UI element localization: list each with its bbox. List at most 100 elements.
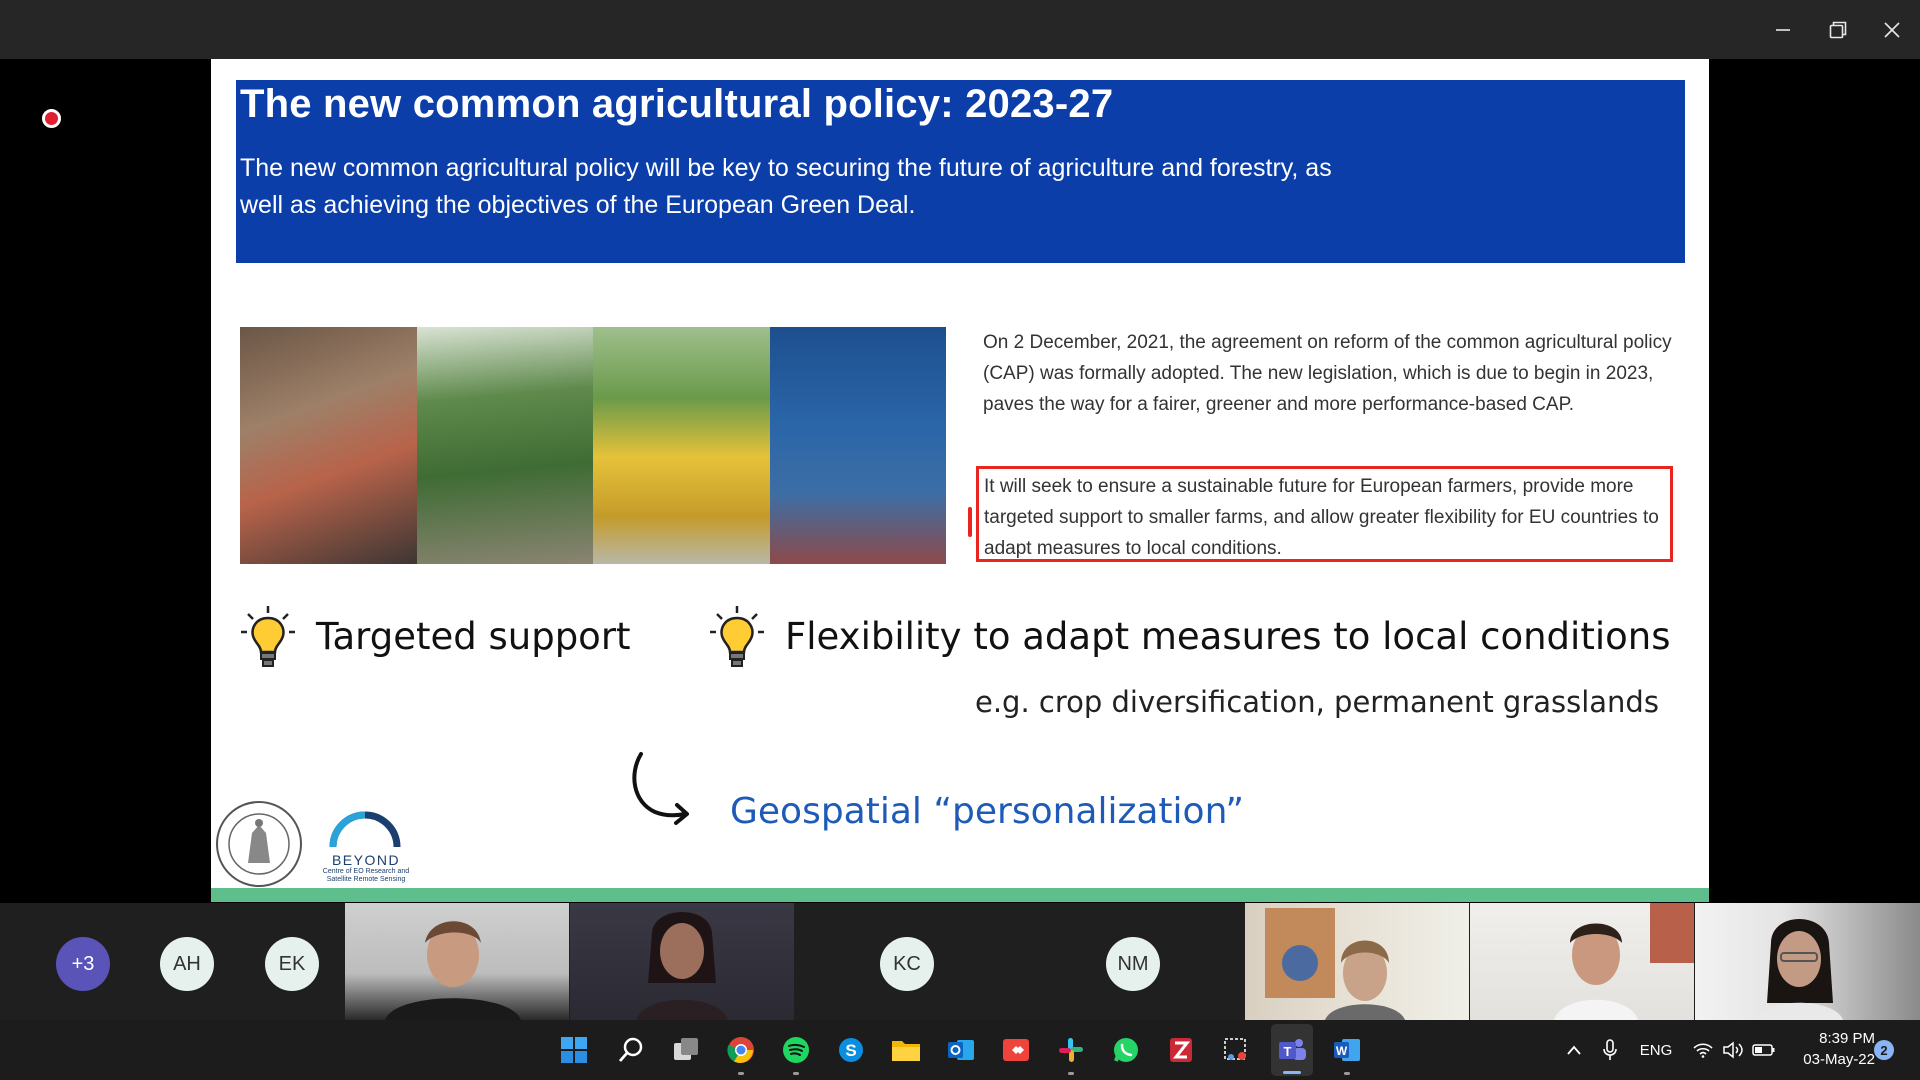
search-button[interactable]: [615, 1034, 647, 1066]
volume-button[interactable]: [1720, 1036, 1746, 1064]
notification-count-badge[interactable]: 2: [1874, 1040, 1894, 1060]
highlighted-paragraph: It will seek to ensure a sustainable fut…: [976, 466, 1673, 562]
slide-intro-text: The new common agricultural policy will …: [240, 150, 1440, 224]
close-icon: [1884, 22, 1900, 38]
wifi-icon: [1693, 1043, 1713, 1058]
clock-time: 8:39 PM: [1819, 1030, 1875, 1047]
show-hidden-icons-button[interactable]: [1562, 1036, 1586, 1064]
restore-icon: [1829, 21, 1847, 39]
participants-strip: +3 AH EK KC NM: [0, 903, 1920, 1020]
participant-video-tile[interactable]: [1470, 903, 1694, 1020]
task-view-button[interactable]: [670, 1034, 702, 1066]
teams-icon: T: [1279, 1039, 1306, 1060]
cap-reform-paragraph: On 2 December, 2021, the agreement on re…: [983, 332, 1672, 415]
chevron-up-icon: [1567, 1045, 1581, 1055]
minimize-icon: [1776, 29, 1790, 31]
participant-avatar[interactable]: EK: [265, 937, 319, 991]
active-app-indicator: [1283, 1071, 1301, 1074]
slack-app[interactable]: [1055, 1034, 1087, 1066]
skype-icon: S: [839, 1038, 863, 1062]
running-indicator: [1344, 1072, 1350, 1075]
intro-line-1: The new common agricultural policy will …: [240, 154, 1332, 182]
participant-video: [1265, 908, 1405, 1020]
participant-video: [1755, 919, 1843, 1020]
windows-taskbar: S T W ENG 8:39 PM 03-May-22 2: [0, 1020, 1920, 1080]
participant-video-tile[interactable]: [1245, 903, 1469, 1020]
battery-icon: [1752, 1044, 1775, 1056]
intro-line-2: well as achieving the objectives of the …: [240, 191, 916, 219]
spotify-app[interactable]: [780, 1034, 812, 1066]
bullet-flexibility: Flexibility to adapt measures to local c…: [785, 615, 1671, 658]
microphone-button[interactable]: [1598, 1036, 1622, 1064]
observatory-seal-logo: [216, 801, 302, 887]
task-view-icon: [674, 1038, 698, 1060]
language-indicator[interactable]: ENG: [1636, 1036, 1676, 1064]
chrome-icon: [727, 1037, 754, 1063]
running-indicator: [738, 1072, 744, 1075]
start-icon: [561, 1037, 587, 1063]
svg-text:T: T: [1284, 1044, 1292, 1059]
greenhouse-photo: [416, 327, 593, 564]
farmer-photo: [240, 327, 417, 564]
outlook-app[interactable]: [945, 1034, 977, 1066]
outlook-icon: [948, 1040, 974, 1060]
volume-icon: [1723, 1041, 1743, 1059]
produce-crates-photo: [769, 327, 946, 564]
farming-photo-collage: [240, 327, 946, 564]
participant-avatar[interactable]: NM: [1106, 937, 1160, 991]
restore-button[interactable]: [1810, 8, 1866, 52]
word-icon: W: [1334, 1039, 1360, 1061]
participant-video: [385, 921, 521, 1020]
snipping-tool-app[interactable]: [1220, 1034, 1252, 1066]
participant-avatar[interactable]: KC: [880, 937, 934, 991]
lightbulb-icon: [710, 606, 764, 667]
system-clock[interactable]: 8:39 PM 03-May-22: [1781, 1028, 1875, 1070]
whatsapp-app[interactable]: [1110, 1034, 1142, 1066]
teams-meeting-window: The new common agricultural policy: 2023…: [0, 0, 1920, 1080]
wifi-button[interactable]: [1690, 1036, 1716, 1064]
participant-video: [636, 912, 728, 1020]
zotero-app[interactable]: [1165, 1034, 1197, 1066]
annotation-mark: [968, 507, 972, 537]
more-participants-button[interactable]: +3: [56, 937, 110, 991]
slide-title: The new common agricultural policy: 2023…: [240, 82, 1114, 126]
spotify-icon: [783, 1037, 809, 1063]
chrome-app[interactable]: [725, 1034, 757, 1066]
zotero-icon: [1170, 1038, 1192, 1062]
start-button[interactable]: [558, 1034, 590, 1066]
svg-text:W: W: [1336, 1044, 1348, 1058]
wildflower-field-photo: [593, 327, 770, 564]
slide-header-banner: The new common agricultural policy: 2023…: [236, 80, 1685, 263]
snipping-tool-icon: [1224, 1038, 1246, 1060]
participant-video-tile[interactable]: [570, 903, 794, 1020]
participant-avatar[interactable]: AH: [160, 937, 214, 991]
lightbulb-icon: [241, 606, 295, 667]
record-dot-icon: [42, 109, 61, 128]
minimize-button[interactable]: [1755, 8, 1811, 52]
battery-button[interactable]: [1750, 1036, 1778, 1064]
beyond-logo-name: BEYOND: [331, 852, 401, 868]
skype-app[interactable]: S: [835, 1034, 867, 1066]
window-titlebar: [0, 0, 1920, 59]
curved-arrow-icon: [632, 752, 689, 825]
participant-video: [1554, 903, 1694, 1020]
clock-date: 03-May-22: [1803, 1051, 1875, 1068]
slide-footer-bar: [211, 888, 1709, 902]
anydesk-icon: [1003, 1039, 1029, 1061]
microphone-icon: [1603, 1039, 1617, 1060]
participant-video-tile[interactable]: [345, 903, 569, 1020]
close-button[interactable]: [1864, 8, 1920, 52]
geospatial-personalization-text: Geospatial “personalization”: [730, 791, 1245, 832]
bullet-targeted-support: Targeted support: [316, 615, 631, 658]
word-app[interactable]: W: [1331, 1034, 1363, 1066]
svg-text:S: S: [845, 1041, 856, 1060]
participant-video-tile[interactable]: [1695, 903, 1920, 1020]
anydesk-app[interactable]: [1000, 1034, 1032, 1066]
example-text: e.g. crop diversification, permanent gra…: [975, 685, 1659, 719]
running-indicator: [1068, 1072, 1074, 1075]
teams-app[interactable]: T: [1276, 1034, 1308, 1066]
file-explorer-app[interactable]: [890, 1034, 922, 1066]
whatsapp-icon: [1114, 1038, 1138, 1062]
shared-presentation-slide: The new common agricultural policy: 2023…: [211, 59, 1709, 902]
beyond-logo-subtitle: Centre of EO Research and Satellite Remo…: [322, 868, 410, 883]
